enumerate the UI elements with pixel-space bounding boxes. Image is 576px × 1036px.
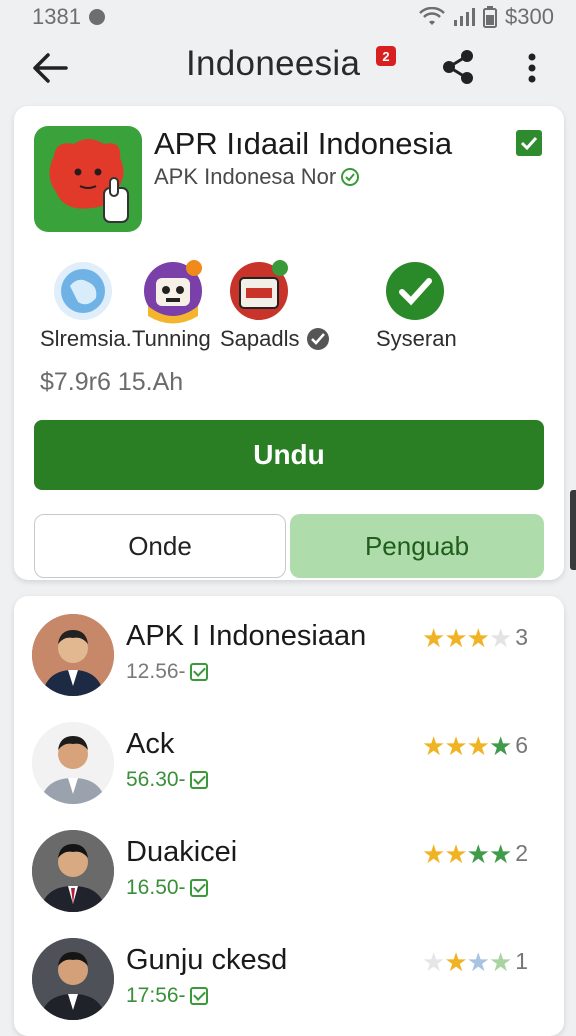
secondary-button-right[interactable]: Penguab	[290, 514, 544, 578]
review-row[interactable]: APK I Indonesiaan 12.56- ★ ★ ★ ★ 3	[14, 602, 564, 708]
avatar	[32, 830, 114, 912]
back-arrow-icon[interactable]	[30, 50, 70, 86]
review-meta-text: 17:56-	[126, 984, 186, 1007]
app-name: APR Iıdaail Indonesia	[154, 126, 453, 161]
globe-feature-icon[interactable]	[48, 256, 118, 326]
review-meta-text: 56.30-	[126, 768, 186, 791]
review-meta-text: 16.50-	[126, 876, 186, 899]
review-meta: 16.50-	[126, 876, 208, 900]
star-icon: ★	[488, 946, 513, 977]
review-meta-text: 12.56-	[126, 660, 186, 683]
status-balance: $300	[505, 4, 554, 29]
rating-count: 3	[515, 624, 529, 650]
feature-label-3-wrap: Sapadls	[220, 326, 330, 352]
rating-count: 1	[515, 948, 529, 974]
character-feature-icon[interactable]	[138, 256, 208, 326]
feature-label-3: Sapadls	[220, 326, 300, 351]
reviewer-name: APK I Indonesiaan	[126, 620, 367, 652]
avatar	[32, 938, 114, 1020]
rating-count: 6	[515, 732, 529, 758]
checked-checkbox-icon[interactable]	[516, 130, 542, 156]
review-meta: 17:56-	[126, 984, 208, 1008]
toolbox-feature-icon[interactable]	[224, 256, 294, 326]
scroll-handle[interactable]	[570, 490, 576, 570]
checkbox-icon	[189, 663, 208, 681]
review-row[interactable]: Gunju ckesd 17:56- ★ ★ ★ ★ 1	[14, 926, 564, 1032]
feature-label-2: Tunning	[132, 326, 211, 351]
avatar	[32, 614, 114, 696]
star-icon: ★	[444, 622, 468, 653]
app-subtitle: APK Indonesa Nor	[154, 164, 337, 189]
status-bar: 1381 $300	[0, 0, 576, 34]
star-icon: ★	[466, 730, 490, 761]
rating-stars: ★ ★ ★ ★ 2	[422, 840, 528, 867]
rating-stars: ★ ★ ★ ★ 3	[422, 624, 528, 651]
notification-badge: 2	[376, 46, 396, 66]
star-icon: ★	[488, 622, 513, 653]
checkbox-icon	[189, 879, 208, 897]
app-details-card: APR Iıdaail Indonesia APK Indonesa Nor S…	[14, 106, 564, 580]
notification-dot-icon	[88, 9, 105, 25]
app-price-size: $7.9r6 15.Ah	[40, 368, 184, 396]
page-title: Indoneesia	[186, 44, 361, 83]
app-bar: Indoneesia 2	[0, 34, 576, 100]
review-meta: 56.30-	[126, 768, 208, 792]
reviewer-name: Duakicei	[126, 836, 238, 868]
app-developer: APK Indonesa Nor	[154, 164, 360, 190]
star-icon: ★	[422, 838, 446, 869]
star-icon: ★	[444, 946, 468, 977]
download-button[interactable]: Undu	[34, 420, 544, 490]
star-icon: ★	[466, 946, 490, 977]
star-icon: ★	[444, 730, 468, 761]
star-icon: ★	[488, 730, 513, 761]
avatar	[32, 722, 114, 804]
reviewer-name: Gunju ckesd	[126, 944, 288, 976]
rating-stars: ★ ★ ★ ★ 6	[422, 732, 528, 759]
review-row[interactable]: Duakicei 16.50- ★ ★ ★ ★ 2	[14, 818, 564, 924]
checkbox-icon	[189, 771, 208, 789]
wifi-icon	[419, 7, 445, 25]
status-time: 1381	[32, 4, 81, 29]
more-options-icon[interactable]	[520, 50, 544, 86]
star-icon: ★	[422, 946, 446, 977]
rating-count: 2	[515, 840, 529, 866]
feature-label-4: Syseran	[376, 326, 457, 351]
checkbox-icon	[189, 987, 208, 1005]
star-icon: ★	[444, 838, 468, 869]
review-row[interactable]: Ack 56.30- ★ ★ ★ ★ 6	[14, 710, 564, 816]
star-icon: ★	[488, 838, 513, 869]
star-icon: ★	[422, 730, 446, 761]
share-icon[interactable]	[440, 48, 476, 86]
app-icon	[34, 126, 142, 232]
feature-label-1: Slremsia.	[40, 326, 132, 351]
battery-icon	[483, 6, 498, 28]
check-circle-icon	[306, 328, 329, 350]
secondary-button-left[interactable]: Onde	[34, 514, 286, 578]
star-icon: ★	[466, 622, 490, 653]
reviewer-name: Ack	[126, 728, 175, 760]
star-icon: ★	[422, 622, 446, 653]
rating-stars: ★ ★ ★ ★ 1	[422, 948, 528, 975]
star-icon: ★	[466, 838, 490, 869]
signal-icon	[454, 8, 476, 26]
review-meta: 12.56-	[126, 660, 208, 684]
reviews-card: APK I Indonesiaan 12.56- ★ ★ ★ ★ 3 Ack 5…	[14, 596, 564, 1036]
verified-feature-icon[interactable]	[380, 256, 450, 326]
verified-icon	[341, 168, 360, 186]
